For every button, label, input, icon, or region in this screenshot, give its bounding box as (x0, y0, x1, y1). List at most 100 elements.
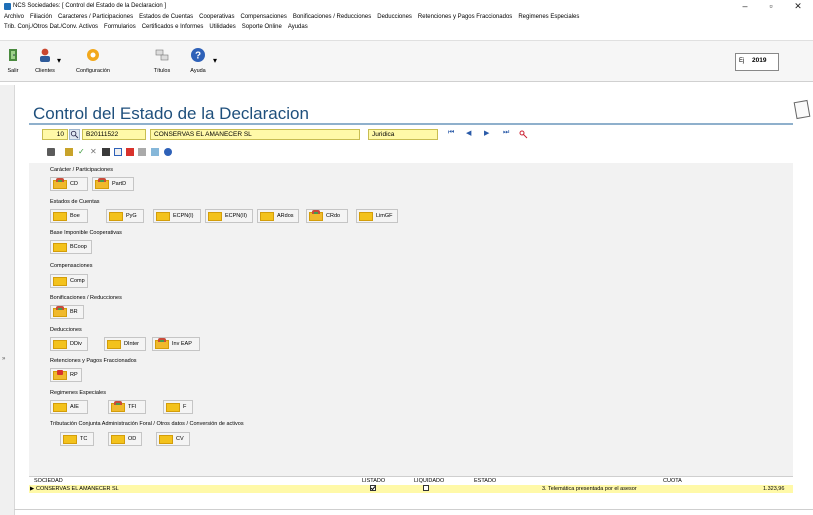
menu-cooperativas[interactable]: Cooperativas (199, 14, 234, 20)
menu-bonificaciones[interactable]: Bonificaciones / Reducciones (293, 14, 371, 20)
aie-label: AIE (70, 404, 79, 410)
tc-button[interactable]: TC (60, 432, 94, 446)
menu-estados-cuentas[interactable]: Estados de Cuentas (139, 14, 193, 20)
folder-red-icon (53, 370, 67, 380)
listado-checkbox[interactable] (370, 485, 376, 491)
ddiv-button[interactable]: DDiv (50, 337, 88, 351)
dinter-button[interactable]: DInter (104, 337, 146, 351)
help-label: Ayuda (190, 68, 206, 74)
search-button[interactable] (69, 129, 80, 140)
folder-icon (53, 403, 67, 412)
next-record-button[interactable]: ▶ (484, 129, 489, 137)
od-button[interactable]: OD (108, 432, 142, 446)
minimize-button[interactable]: – (736, 0, 754, 13)
folder-icon (109, 212, 123, 221)
menu-ayudas[interactable]: Ayudas (288, 24, 308, 30)
pyg-button[interactable]: PyG (106, 209, 144, 223)
trash-icon[interactable] (47, 148, 55, 156)
menu-certificados[interactable]: Certificados e Informes (142, 24, 204, 30)
crdo-button[interactable]: CRdo (306, 209, 348, 223)
liquidado-checkbox[interactable] (423, 485, 429, 491)
f-button[interactable]: F (163, 400, 193, 414)
close-button[interactable]: ✕ (789, 0, 807, 13)
prev-record-button[interactable]: ◀ (466, 129, 471, 137)
menu-formularios[interactable]: Formularios (104, 24, 136, 30)
collapsed-side-panel[interactable] (0, 85, 14, 515)
sort-icon[interactable] (151, 148, 159, 156)
ardos-label: ARdos (277, 213, 294, 219)
col-liquidado-header[interactable]: LIQUIDADO (414, 478, 444, 484)
menu-bar-row-2: Trib. Conj./Otros Dat./Conv. Activos Form… (4, 24, 314, 32)
menu-regimenes[interactable]: Regimenes Especiales (518, 14, 579, 20)
titles-button[interactable]: Títulos (152, 47, 172, 74)
menu-utilidades[interactable]: Utilidades (209, 24, 235, 30)
exit-label: Salir (7, 68, 19, 74)
clients-dropdown-icon[interactable]: ▾ (57, 56, 61, 65)
ardos-button[interactable]: ARdos (257, 209, 299, 223)
clients-button[interactable]: Clientes (34, 47, 56, 74)
menu-trib-conj[interactable]: Trib. Conj./Otros Dat./Conv. Activos (4, 24, 98, 30)
record-number-field[interactable]: 10 (42, 129, 68, 140)
document-icon[interactable] (793, 99, 811, 120)
check-icon[interactable]: ✓ (78, 148, 86, 156)
last-record-button[interactable]: ⏭ (503, 129, 509, 137)
col-estado-header[interactable]: ESTADO (474, 478, 496, 484)
folder-icon (53, 243, 67, 252)
print-icon[interactable] (126, 148, 134, 156)
help-dropdown-icon[interactable]: ▾ (213, 56, 217, 65)
col-cuota-header[interactable]: CUOTA (663, 478, 682, 484)
first-record-button[interactable]: ⏮ (448, 129, 454, 137)
clients-label: Clientes (35, 68, 55, 74)
bcoop-button[interactable]: BCoop (50, 240, 92, 254)
col-sociedad-header[interactable]: SOCIEDAD (34, 478, 63, 484)
title-divider (29, 123, 793, 125)
table-row[interactable] (29, 485, 793, 493)
edit-icon[interactable] (65, 148, 73, 156)
main-toolbar: Salir Clientes ▾ Configuración Títulos ?… (0, 40, 813, 82)
menu-archivo[interactable]: Archivo (4, 14, 24, 20)
boe-button[interactable]: Boe (50, 209, 88, 223)
menu-compensaciones[interactable]: Compensaciones (240, 14, 286, 20)
menu-caracteres[interactable]: Caracteres / Participaciones (58, 14, 133, 20)
section-tributacion-title: Tributación Conjunta Administración Fora… (50, 421, 244, 427)
inv-eap-label: Inv EAP (172, 341, 192, 347)
cancel-x-icon[interactable]: ✕ (90, 148, 98, 156)
titles-icon (154, 47, 170, 63)
comp-button[interactable]: Comp (50, 274, 88, 288)
entity-type-field[interactable]: Juridica (368, 129, 438, 140)
cd-button[interactable]: CD (50, 177, 88, 191)
form-icon[interactable] (114, 148, 122, 156)
help-button[interactable]: ? Ayuda (186, 47, 210, 74)
folder-icon (63, 435, 77, 444)
rp-button[interactable]: RP (50, 368, 82, 382)
ejercicio-value: 2019 (752, 57, 767, 64)
unlink-icon[interactable] (519, 130, 528, 139)
menu-soporte-online[interactable]: Soporte Online (242, 24, 282, 30)
aie-button[interactable]: AIE (50, 400, 88, 414)
maximize-button[interactable]: ▫ (762, 0, 780, 13)
section-deducciones-title: Deducciones (50, 327, 82, 333)
company-name-field[interactable]: CONSERVAS EL AMANECER SL (150, 129, 360, 140)
save-icon[interactable] (102, 148, 110, 156)
menu-filiacion[interactable]: Filiación (30, 14, 52, 20)
section-base-title: Base Imponible Cooperativas (50, 230, 122, 236)
check-mark-icon (370, 486, 376, 491)
tfi-button[interactable]: TFI (108, 400, 146, 414)
limgf-button[interactable]: LimGF (356, 209, 398, 223)
col-listado-header[interactable]: LISTADO (362, 478, 385, 484)
inv-eap-button[interactable]: Inv EAP (152, 337, 200, 351)
menu-retenciones[interactable]: Retenciones y Pagos Fraccionados (418, 14, 512, 20)
copy-icon[interactable] (138, 148, 146, 156)
br-button[interactable]: BR (50, 305, 84, 319)
menu-deducciones[interactable]: Deducciones (377, 14, 412, 20)
ecpn2-button[interactable]: ECPN(II) (205, 209, 253, 223)
nif-field[interactable]: B20111522 (82, 129, 146, 140)
config-button[interactable]: Configuración (73, 47, 113, 74)
ecpn1-button[interactable]: ECPN(I) (153, 209, 201, 223)
cv-button[interactable]: CV (156, 432, 190, 446)
f-label: F (183, 404, 187, 410)
expand-arrows-icon[interactable]: » (2, 356, 5, 362)
partd-button[interactable]: PartD (92, 177, 134, 191)
exit-button[interactable]: Salir (4, 47, 22, 74)
info-icon[interactable] (164, 148, 172, 156)
